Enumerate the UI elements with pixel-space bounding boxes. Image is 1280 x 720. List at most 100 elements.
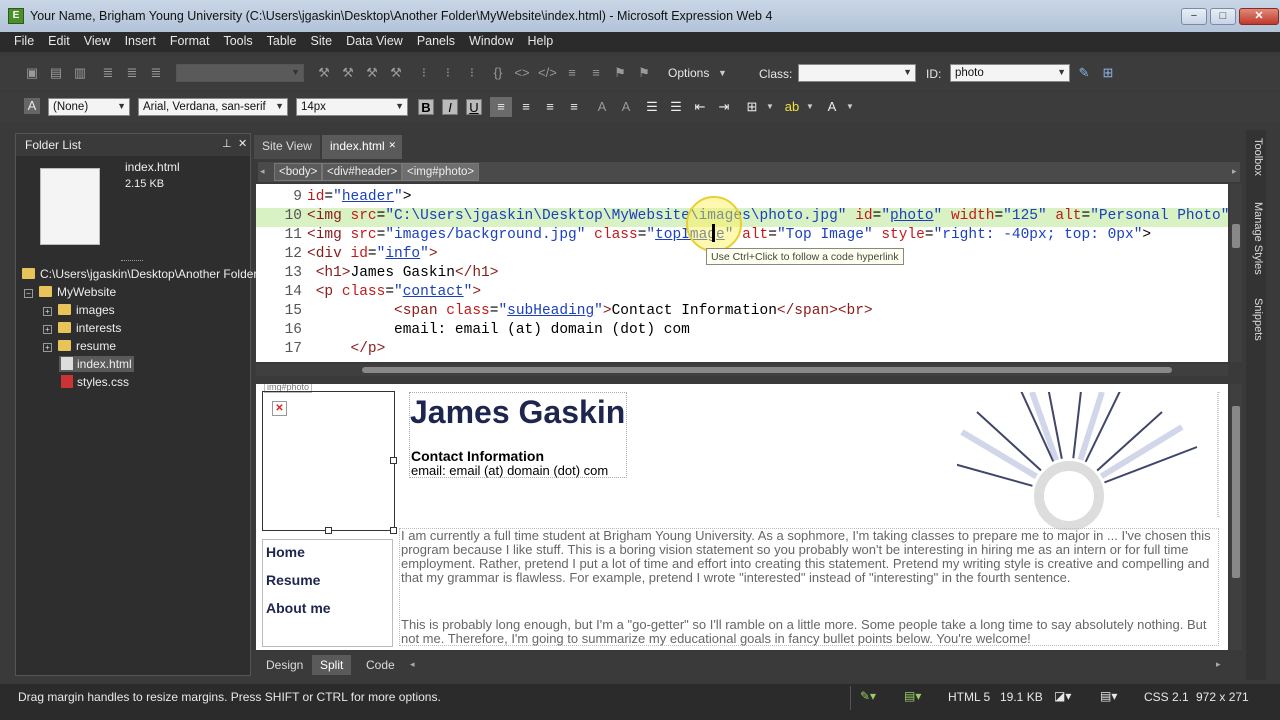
italic-button[interactable]: I [442,99,458,115]
tab-split[interactable]: Split [312,655,352,675]
expand-icon[interactable]: + [43,343,52,352]
snippet-icon[interactable]: ⚑ [636,65,652,81]
menu-file[interactable]: File [0,32,41,48]
tool6-icon[interactable]: ⁝ [440,65,456,81]
menu-insert[interactable]: Insert [118,32,163,48]
font-color-icon[interactable]: A [824,99,840,115]
scroll-left-icon[interactable]: ◂ [260,166,265,177]
menu-panels[interactable]: Panels [410,32,462,48]
bullet-list-icon[interactable]: ☰ [668,99,684,115]
options-arrow-icon[interactable]: ▼ [718,68,727,78]
nav-about-link[interactable]: About me [266,600,331,616]
minimize-button[interactable]: − [1181,8,1207,25]
menu-window[interactable]: Window [462,32,520,48]
highlight-arrow-icon[interactable]: ▼ [806,102,814,111]
code-view[interactable]: 9 id="header"> 10 <img src="C:\Users\jgask… [256,184,1228,362]
list-icon[interactable]: ≣ [148,65,164,81]
tree-folder-interests[interactable]: + interests [43,321,121,335]
page-heading[interactable]: James Gaskin [410,394,625,431]
close-tag-icon[interactable]: </> [538,65,557,81]
align-center-icon[interactable]: ≡ [518,99,534,115]
style-icon[interactable]: A [24,98,40,114]
close-tab-icon[interactable]: ✕ [388,140,396,151]
new-style-icon[interactable]: ✎ [1076,65,1092,81]
expand-icon[interactable]: + [43,307,52,316]
crumb-body[interactable]: <body> [274,163,323,181]
menu-help[interactable]: Help [521,32,561,48]
numbered-list-icon[interactable]: ☰ [644,99,660,115]
copy-format-icon[interactable]: ▤ [48,65,64,81]
resize-handle[interactable] [390,457,397,464]
bookmark-icon[interactable]: ⚑ [612,65,628,81]
crumb-img-photo[interactable]: <img#photo> [402,163,480,181]
borders-icon[interactable]: ⊞ [744,99,760,115]
options-menu[interactable]: Options [668,66,709,80]
superscript-icon[interactable]: A [594,99,610,115]
manage-styles-tab[interactable]: Manage Styles [1248,202,1264,275]
subscript-icon[interactable]: A [618,99,634,115]
attach-style-icon[interactable]: ⊞ [1100,65,1116,81]
visual-aids-icon[interactable]: ✎▾ [860,689,876,703]
indent-icon[interactable]: ≣ [100,65,116,81]
snippets-tab[interactable]: Snippets [1248,298,1264,341]
expand-icon[interactable]: + [43,325,52,334]
braces-icon[interactable]: {} [490,65,506,81]
font-family-dropdown[interactable]: Arial, Verdana, san-serif ▼ [138,98,288,116]
contact-email[interactable]: email: email (at) domain (dot) com [411,463,608,478]
tree-file-styles[interactable]: styles.css [61,375,129,389]
bold-button[interactable]: B [418,99,434,115]
page-dimensions[interactable]: 972 x 271 [1196,690,1249,704]
font-color-arrow-icon[interactable]: ▼ [846,102,854,111]
align-left-icon[interactable]: ≡ [490,97,512,117]
outdent-icon[interactable]: ≣ [124,65,140,81]
id-dropdown[interactable]: photo ▼ [950,64,1070,82]
tool-icon[interactable]: ⚒ [316,65,332,81]
tree-site[interactable]: − MyWebsite [24,285,116,299]
top-background-image[interactable] [957,392,1219,530]
nav-home-link[interactable]: Home [266,544,305,560]
collapse-icon[interactable]: − [24,289,33,298]
maximize-button[interactable]: □ [1210,8,1236,25]
tree-folder-images[interactable]: + images [43,303,115,317]
second-paragraph[interactable]: This is probably long enough, but I'm a … [401,618,1219,646]
target-rule-dropdown[interactable]: ▼ [176,64,304,82]
scroll-right-icon[interactable]: ▸ [1216,659,1221,670]
tool5-icon[interactable]: ⁝ [416,65,432,81]
tab-code[interactable]: Code [358,655,403,675]
comment-icon[interactable]: ≡ [564,65,580,81]
uncomment-icon[interactable]: ≡ [588,65,604,81]
code-vertical-scrollbar[interactable] [1230,184,1242,362]
decrease-indent-icon[interactable]: ⇤ [692,99,708,115]
menu-site[interactable]: Site [304,32,340,48]
align-icon[interactable]: ▥ [72,65,88,81]
font-size-dropdown[interactable]: 14px ▼ [296,98,408,116]
class-dropdown[interactable]: ▼ [798,64,916,82]
crumb-div-header[interactable]: <div#header> [322,163,403,181]
close-panel-icon[interactable]: ✕ [238,137,247,150]
resize-handle[interactable] [390,527,397,534]
tool7-icon[interactable]: ⁝ [464,65,480,81]
code-tag-icon[interactable]: <> [514,65,530,81]
tree-folder-resume[interactable]: + resume [43,339,116,353]
menu-tools[interactable]: Tools [216,32,259,48]
scroll-left-icon[interactable]: ◂ [410,659,415,670]
menu-table[interactable]: Table [260,32,304,48]
style-application-icon[interactable]: ▤▾ [1100,689,1117,703]
highlight-icon[interactable]: ab [784,99,800,115]
align-right-icon[interactable]: ≡ [542,99,558,115]
menu-view[interactable]: View [77,32,118,48]
design-vertical-scrollbar[interactable] [1230,384,1242,650]
tree-file-index[interactable]: index.html [59,356,134,372]
tool3-icon[interactable]: ⚒ [364,65,380,81]
compatibility-icon[interactable]: ▤▾ [904,689,921,703]
page-editor-options-icon[interactable]: ◪▾ [1054,689,1071,703]
scroll-right-icon[interactable]: ▸ [1232,166,1237,177]
borders-arrow-icon[interactable]: ▼ [766,102,774,111]
toolbox-tab[interactable]: Toolbox [1248,138,1264,176]
tool4-icon[interactable]: ⚒ [388,65,404,81]
tool2-icon[interactable]: ⚒ [340,65,356,81]
css-version-indicator[interactable]: CSS 2.1 [1144,690,1189,704]
contact-title[interactable]: Contact Information [411,448,544,464]
new-page-icon[interactable]: ▣ [24,65,40,81]
underline-button[interactable]: U [466,99,482,115]
